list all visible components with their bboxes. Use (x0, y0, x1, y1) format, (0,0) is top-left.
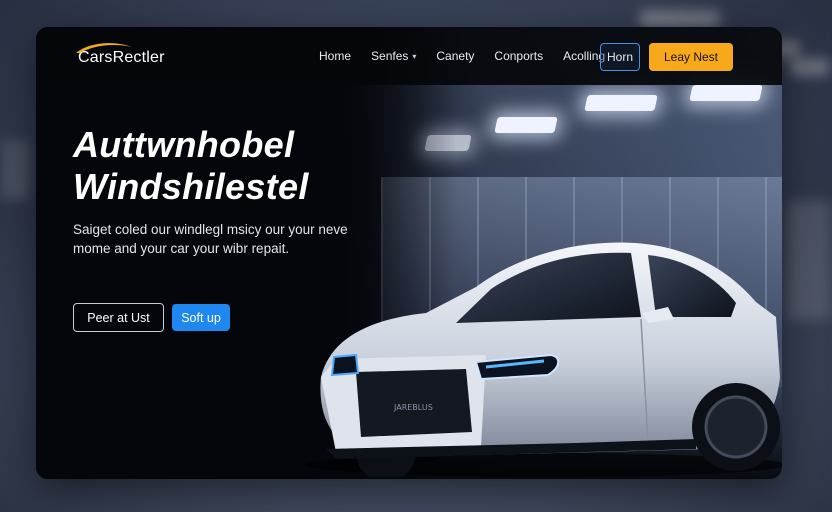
brand-logo[interactable]: CarsRectler (76, 43, 165, 69)
nav-item-label: Home (319, 49, 352, 63)
headline-line-1: Auttwnhobel (73, 124, 295, 165)
soft-up-button[interactable]: Soft up (172, 304, 230, 331)
nav-item-services[interactable]: Senfes ▾ (371, 49, 416, 63)
hero-car-image: JAREBLUS (306, 242, 782, 477)
swoosh-logo-icon (76, 43, 132, 53)
nav-menu: Home Senfes ▾ Canety Conports Acolling (319, 49, 625, 63)
subtext-line-2: mome and your car your wibr repait. (73, 241, 290, 256)
nav-item-canety[interactable]: Canety (436, 49, 474, 63)
headline-line-2: Windshilestel (73, 166, 309, 207)
nav-item-home[interactable]: Home (319, 49, 351, 63)
nav-item-label: Senfes (371, 49, 409, 63)
nav-item-conports[interactable]: Conports (494, 49, 543, 63)
nav-item-acolling[interactable]: Acolling (563, 49, 605, 63)
horn-button[interactable]: Horn (600, 43, 640, 71)
nav-item-label: Acolling (563, 49, 606, 63)
subtext-line-1: Saiget coled our windlegl msicy our your… (73, 222, 348, 237)
hero-headline: Auttwnhobel Windshilestel (73, 124, 413, 208)
chevron-down-icon: ▾ (412, 51, 417, 61)
car-badge: JAREBLUS (393, 403, 433, 412)
nav-item-label: Canety (436, 49, 475, 63)
primary-outline-button[interactable]: Peer at Ust (73, 303, 164, 332)
nav-item-label: Conports (494, 49, 544, 63)
hero-subtext: Saiget coled our windlegl msicy our your… (73, 220, 383, 258)
top-navbar: CarsRectler Home Senfes ▾ Canety Conport… (36, 27, 782, 85)
cta-nav-button[interactable]: Leay Nest (649, 43, 733, 71)
website-window: JAREBLUS CarsRectler Home Senfes ▾ Canet… (36, 27, 782, 479)
